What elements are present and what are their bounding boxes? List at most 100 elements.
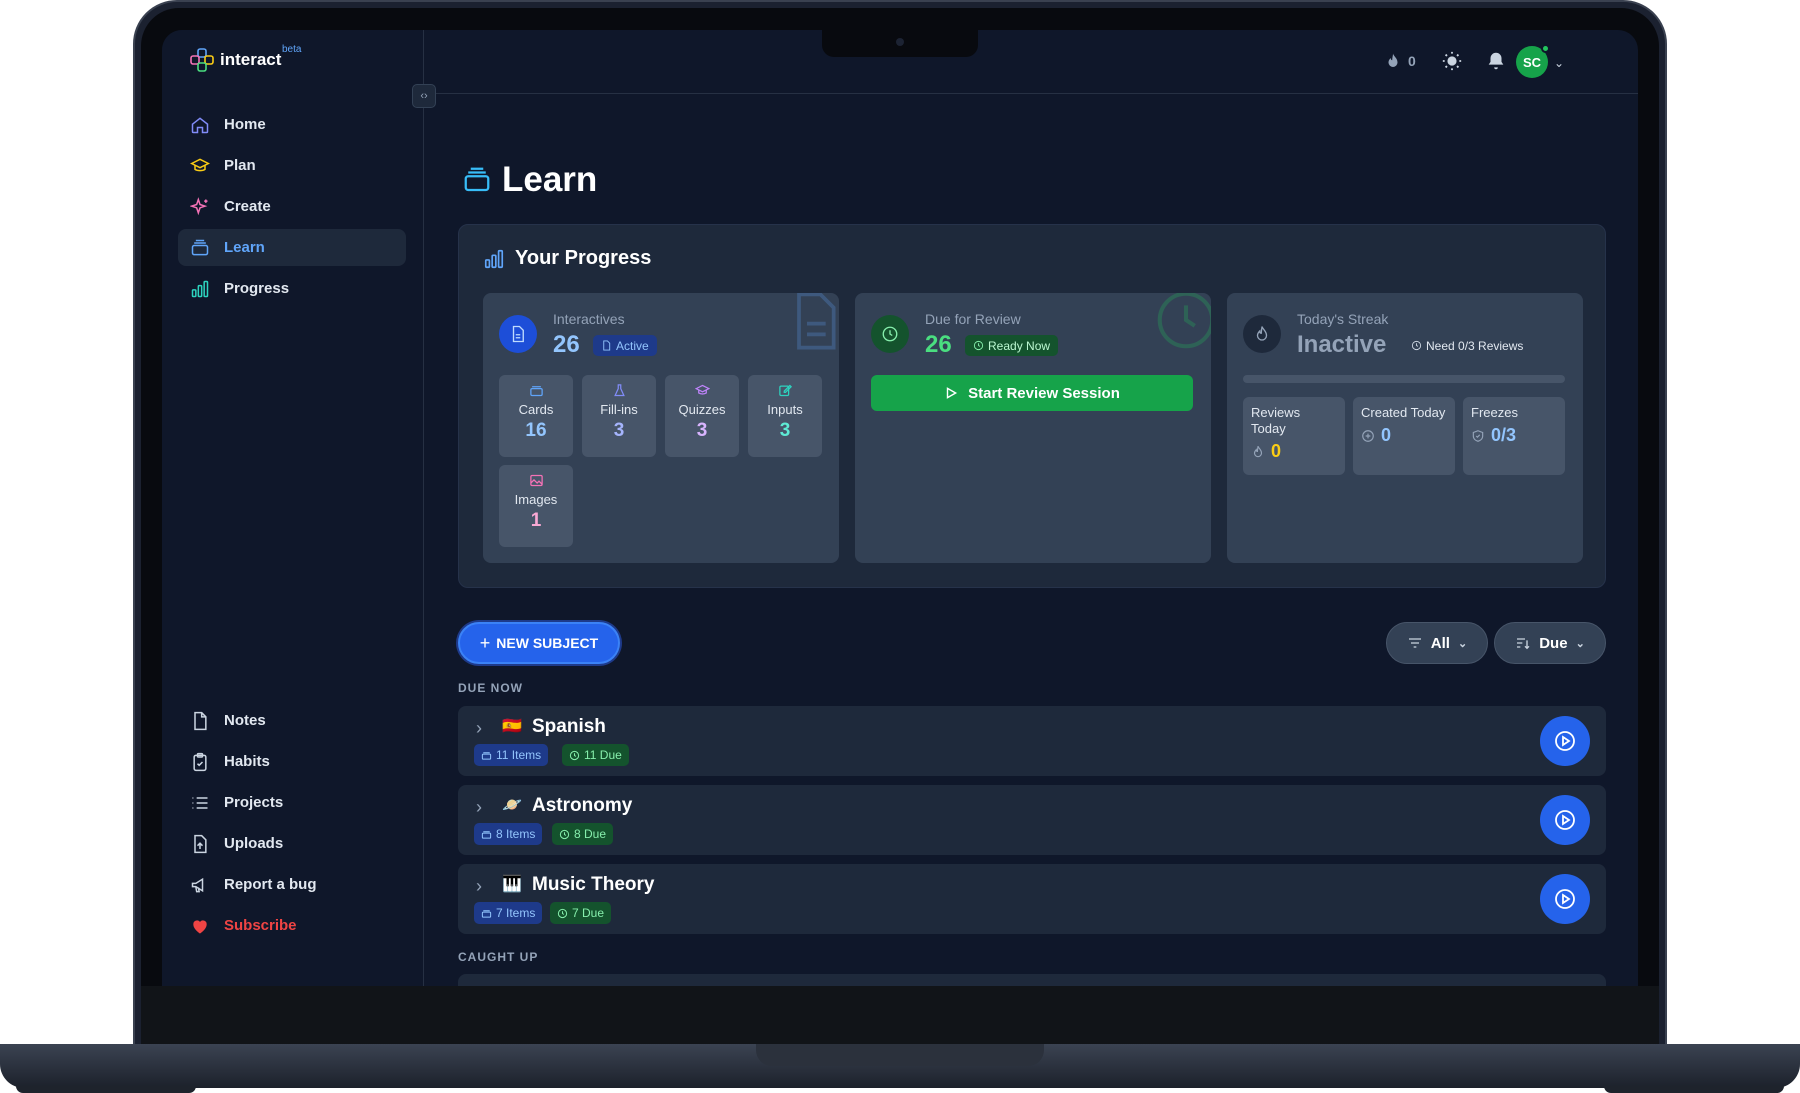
filter-icon [1408,638,1421,648]
cards-stack-icon [191,239,209,255]
sidebar-item-label: Habits [224,753,270,770]
subject-row-music-theory[interactable]: › 🎹 Music Theory 7 Items 7 Due [458,864,1606,934]
chevron-down-icon[interactable]: ⌄ [1554,56,1564,70]
type-stat-images[interactable]: Images 1 [499,465,573,547]
type-stat-inputs[interactable]: Inputs 3 [748,375,822,457]
sidebar-item-uploads[interactable]: Uploads [178,825,406,862]
sidebar-item-label: Report a bug [224,876,317,893]
app-screen: interact beta Home Plan Create Learn Pro… [162,30,1638,986]
sidebar-item-projects[interactable]: Projects [178,784,406,821]
laptop-opening-notch [756,1044,1044,1066]
clock-watermark-icon [1157,293,1211,349]
sidebar-item-label: Uploads [224,835,284,852]
streak-icon-badge [1243,315,1281,353]
sidebar-item-habits[interactable]: Habits [178,743,406,780]
cards-stack-icon [464,167,490,192]
ready-status-badge: Ready Now [965,335,1059,356]
stat-freezes: Freezes 0/3 [1463,397,1565,475]
bell-icon[interactable] [1485,50,1507,72]
new-subject-button[interactable]: + NEW SUBJECT [458,622,620,664]
play-icon [946,387,958,399]
sidebar-item-notes[interactable]: Notes [178,702,406,739]
flame-icon [1388,53,1398,67]
bar-chart-icon [191,280,209,297]
subject-row-astronomy[interactable]: › 🪐 Astronomy 8 Items 8 Due [458,785,1606,855]
play-subject-button[interactable] [1540,716,1590,766]
start-review-session-button[interactable]: Start Review Session [871,375,1193,411]
chevron-right-icon[interactable]: › [476,876,482,897]
app-logo[interactable]: interact beta [190,44,301,72]
sidebar-item-create[interactable]: Create [178,188,406,225]
bar-chart-icon [484,249,504,268]
items-count-badge: 7 Items [474,902,543,924]
cards-stack-icon [481,830,492,839]
clock-icon [973,340,984,351]
play-subject-button[interactable] [1540,874,1590,924]
camera-icon [896,38,904,46]
collapse-sidebar-button[interactable]: ‹› [412,84,436,108]
section-header-due-now: DUE NOW [458,681,523,695]
chevron-right-icon[interactable]: › [476,718,482,739]
sidebar-item-home[interactable]: Home [178,106,406,143]
sidebar-item-progress[interactable]: Progress [178,270,406,307]
document-icon [603,340,611,351]
type-stat-fill-ins[interactable]: Fill-ins 3 [582,375,656,457]
subject-row-spanish[interactable]: › 🇪🇸 Spanish 11 Items 11 Due [458,706,1606,776]
flag-spain-icon: 🇪🇸 [502,718,522,735]
laptop-foot-right [1604,1086,1784,1093]
document-watermark-icon [797,293,836,350]
edit-icon [778,384,792,397]
page-title-text: Learn [502,160,598,199]
streak-indicator[interactable]: 0 [1384,52,1416,70]
chevron-down-icon: ⌄ [1457,637,1468,650]
progress-panel: Your Progress Interactives 26 Active Car… [458,224,1606,588]
cards-stack-icon [481,751,492,760]
sidebar-item-report-bug[interactable]: Report a bug [178,866,406,903]
type-stat-cards[interactable]: Cards 16 [499,375,573,457]
app-name: interact [220,50,282,69]
subject-name: Music Theory [532,874,655,895]
items-count-badge: 11 Items [474,744,549,766]
due-count-badge: 7 Due [550,902,612,924]
sun-icon[interactable] [1441,50,1463,72]
camera-notch [822,30,978,57]
cards-stack-icon [481,909,492,918]
review-label: Due for Review [925,311,1021,327]
sidebar-item-label: Plan [224,157,256,174]
sort-icon [1517,638,1530,650]
play-circle-icon [1555,731,1575,751]
interactives-icon-badge [499,315,537,353]
laptop-frame: interact beta Home Plan Create Learn Pro… [0,0,1800,1093]
play-subject-button[interactable] [1540,795,1590,845]
sidebar: interact beta Home Plan Create Learn Pro… [162,30,424,986]
clock-icon [557,908,568,918]
plus-icon: + [479,632,491,653]
play-circle-icon [1555,889,1575,909]
type-stat-quizzes[interactable]: Quizzes 3 [665,375,739,457]
image-icon [529,474,543,487]
review-card: Due for Review 26 Ready Now Start Review… [855,293,1211,563]
interactives-card: Interactives 26 Active Cards 16 Fill-ins… [483,293,839,563]
play-circle-icon [1555,810,1575,830]
planet-icon: 🪐 [502,797,522,814]
sidebar-item-subscribe[interactable]: Subscribe [178,907,406,944]
laptop-chin [141,986,1659,1044]
sidebar-item-learn[interactable]: Learn [178,229,406,266]
sort-dropdown[interactable]: Due ⌄ [1494,622,1606,664]
list-icon [192,796,208,809]
chevron-down-icon: ⌄ [1575,637,1585,650]
chevron-right-icon[interactable]: › [476,797,482,818]
streak-value: Inactive [1297,331,1387,358]
sidebar-item-label: Notes [224,712,266,729]
clock-icon [559,829,570,839]
graduation-cap-icon [694,384,710,395]
filter-dropdown[interactable]: All ⌄ [1386,622,1488,664]
logo-icon [190,48,214,72]
sidebar-item-plan[interactable]: Plan [178,147,406,184]
document-icon [512,325,524,343]
document-icon [194,711,207,730]
flame-icon [1256,326,1268,341]
sidebar-item-label: Subscribe [224,917,297,934]
heart-icon [193,919,207,933]
interactives-label: Interactives [553,311,625,327]
